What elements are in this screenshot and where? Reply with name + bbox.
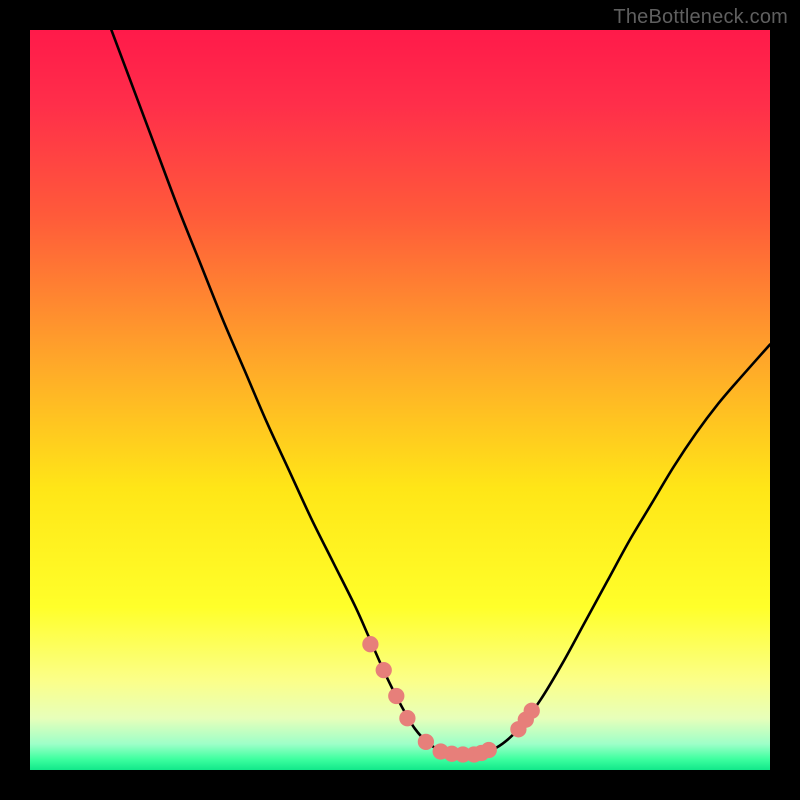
- curve-marker: [481, 742, 497, 758]
- curve-marker: [362, 636, 378, 652]
- bottleneck-curve: [111, 30, 770, 755]
- plot-area: [30, 30, 770, 770]
- curve-marker: [376, 662, 392, 678]
- curve-marker: [418, 734, 434, 750]
- curve-marker: [388, 688, 404, 704]
- chart-svg: [30, 30, 770, 770]
- curve-marker: [399, 710, 415, 726]
- attribution-text: TheBottleneck.com: [613, 6, 788, 29]
- chart-frame: TheBottleneck.com: [0, 0, 800, 800]
- curve-marker: [524, 703, 540, 719]
- curve-markers: [362, 636, 540, 763]
